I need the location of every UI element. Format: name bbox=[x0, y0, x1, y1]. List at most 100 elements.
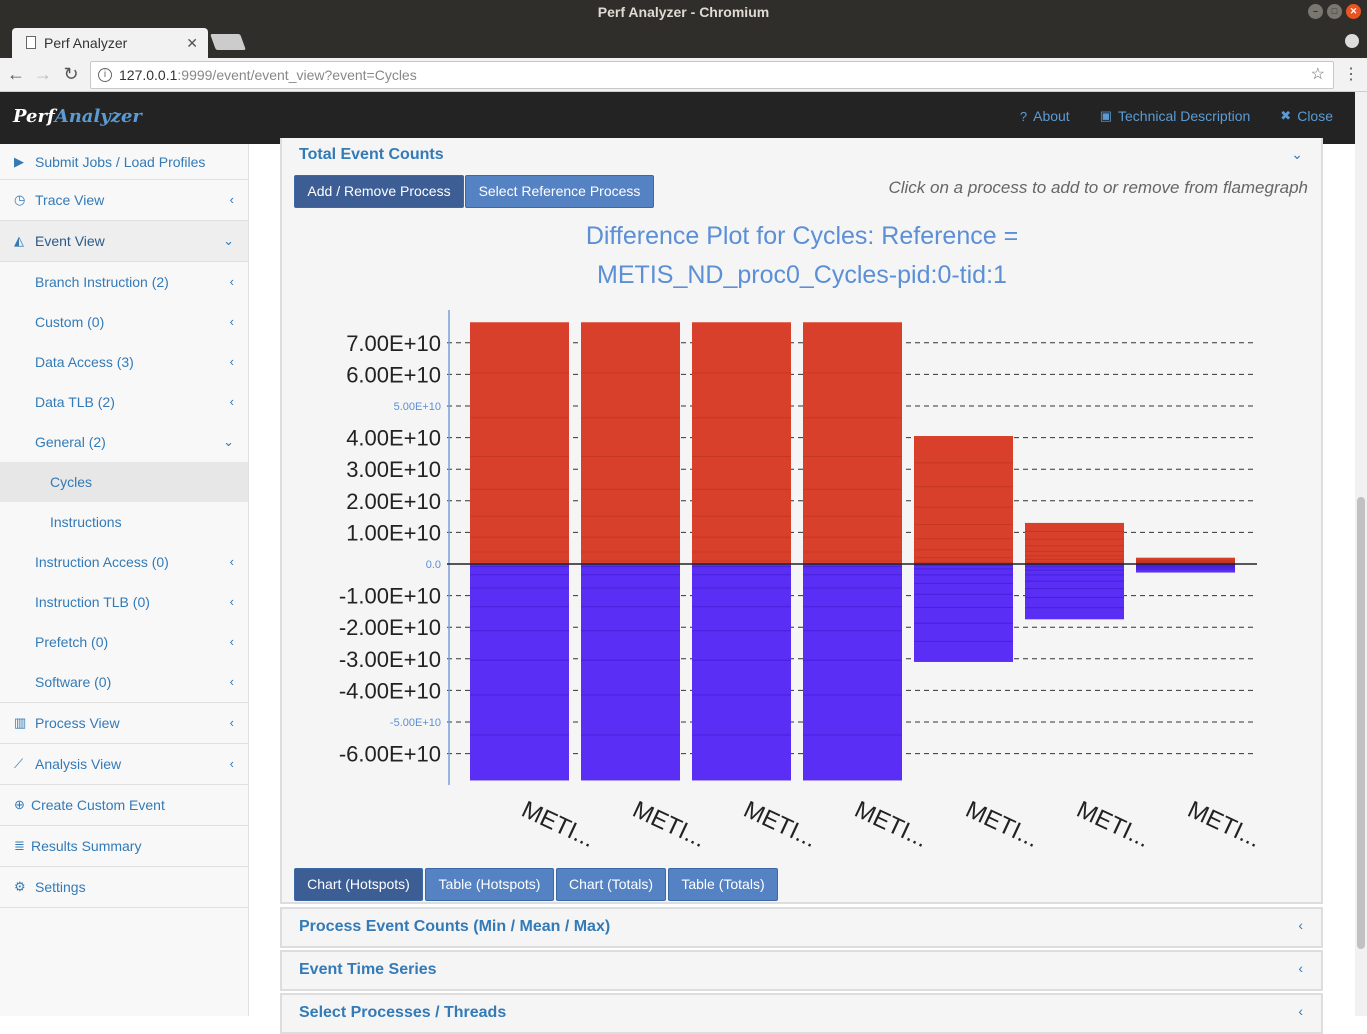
sidebar-item-cycles[interactable]: Cycles bbox=[0, 462, 248, 502]
sidebar-item-analysis-view[interactable]: ⟋ Analysis View ‹ bbox=[0, 744, 248, 785]
x-tick-label: METI... bbox=[628, 796, 710, 850]
browser-menu-icon[interactable]: ⋮ bbox=[1343, 64, 1359, 84]
sidebar-item-label: Instructions bbox=[50, 514, 122, 530]
close-link[interactable]: ✖ Close bbox=[1280, 108, 1333, 124]
tab-chart-totals[interactable]: Chart (Totals) bbox=[556, 868, 666, 901]
y-tick-label: -4.00E+10 bbox=[339, 678, 441, 703]
add-remove-process-button[interactable]: Add / Remove Process bbox=[294, 175, 464, 208]
address-bar[interactable]: i 127.0.0.1:9999/event/event_view?event=… bbox=[90, 61, 1334, 89]
tab-table-totals[interactable]: Table (Totals) bbox=[668, 868, 778, 901]
sidebar-item-label: Create Custom Event bbox=[31, 797, 165, 813]
info-icon[interactable]: i bbox=[98, 68, 112, 82]
chevron-left-icon: ‹ bbox=[1298, 1003, 1303, 1019]
sidebar-item-instructions[interactable]: Instructions bbox=[0, 502, 248, 542]
y-tick-label: -2.00E+10 bbox=[339, 615, 441, 640]
y-tick-label: 6.00E+10 bbox=[346, 362, 441, 387]
positive-bar bbox=[692, 322, 791, 564]
reload-icon[interactable]: ↻ bbox=[60, 63, 82, 85]
os-title-bar: Perf Analyzer - Chromium – □ ✕ bbox=[0, 0, 1367, 24]
close-window-icon[interactable]: ✕ bbox=[1346, 4, 1361, 19]
sidebar-item-instruction-access[interactable]: Instruction Access (0) ‹ bbox=[0, 542, 248, 582]
chevron-left-icon: ‹ bbox=[229, 554, 234, 569]
sidebar-item-data-tlb[interactable]: Data TLB (2) ‹ bbox=[0, 382, 248, 422]
negative-bar bbox=[1025, 564, 1124, 620]
panel-title[interactable]: Total Event Counts bbox=[299, 146, 444, 164]
sidebar-item-results-summary[interactable]: ≣ Results Summary bbox=[0, 826, 248, 867]
sidebar-item-process-view[interactable]: ▥ Process View ‹ bbox=[0, 703, 248, 744]
x-tick-label: METI... bbox=[1072, 796, 1154, 850]
positive-bar bbox=[1025, 522, 1124, 564]
sidebar-item-submit-jobs[interactable]: ▶ Submit Jobs / Load Profiles bbox=[0, 144, 248, 180]
browser-tab[interactable]: Perf Analyzer ✕ bbox=[12, 28, 208, 58]
sidebar-item-general[interactable]: General (2) ⌄ bbox=[0, 422, 248, 462]
select-reference-process-button[interactable]: Select Reference Process bbox=[465, 175, 654, 208]
sidebar-item-label: Process View bbox=[35, 715, 120, 731]
process-event-counts-panel[interactable]: Process Event Counts (Min / Mean / Max) … bbox=[280, 907, 1323, 948]
sidebar-item-custom[interactable]: Custom (0) ‹ bbox=[0, 302, 248, 342]
back-icon[interactable]: ← bbox=[5, 63, 27, 85]
y-tick-label: 4.00E+10 bbox=[346, 426, 441, 451]
forward-icon[interactable]: → bbox=[32, 63, 54, 85]
technical-description-label: Technical Description bbox=[1118, 108, 1251, 124]
about-label: About bbox=[1033, 108, 1070, 124]
sidebar-item-label: Custom (0) bbox=[35, 314, 105, 330]
page-icon bbox=[26, 36, 36, 49]
sidebar-item-label: Trace View bbox=[35, 192, 105, 208]
negative-bar bbox=[803, 564, 902, 781]
negative-bar bbox=[914, 564, 1013, 662]
minimize-icon[interactable]: – bbox=[1308, 4, 1323, 19]
tab-table-hotspots[interactable]: Table (Hotspots) bbox=[425, 868, 554, 901]
sidebar-item-data-access[interactable]: Data Access (3) ‹ bbox=[0, 342, 248, 382]
chart-title-line-1: Difference Plot for Cycles: Reference = bbox=[586, 222, 1018, 250]
play-icon: ▶ bbox=[14, 154, 24, 169]
panel-title: Process Event Counts (Min / Mean / Max) bbox=[299, 918, 611, 935]
event-time-series-panel[interactable]: Event Time Series ‹ bbox=[280, 950, 1323, 991]
scrollbar-thumb[interactable] bbox=[1357, 497, 1365, 949]
brand-perf: Perf bbox=[13, 106, 55, 127]
profile-icon[interactable] bbox=[1345, 34, 1359, 48]
app-header: PerfAnalyzer ? About ▣ Technical Descripti… bbox=[0, 92, 1355, 144]
close-label: Close bbox=[1297, 108, 1333, 124]
technical-description-link[interactable]: ▣ Technical Description bbox=[1100, 108, 1251, 124]
sidebar-item-prefetch[interactable]: Prefetch (0) ‹ bbox=[0, 622, 248, 662]
y-tick-label: 1.00E+10 bbox=[346, 520, 441, 545]
sidebar-item-branch-instruction[interactable]: Branch Instruction (2) ‹ bbox=[0, 262, 248, 302]
line-chart-icon: ⟋ bbox=[14, 756, 24, 771]
chevron-left-icon: ‹ bbox=[229, 594, 234, 609]
positive-bar bbox=[470, 322, 569, 564]
sidebar-item-settings[interactable]: ⚙ Settings bbox=[0, 867, 248, 908]
chevron-left-icon: ‹ bbox=[229, 756, 234, 771]
sidebar-item-event-view[interactable]: ◭ Event View ⌄ bbox=[0, 221, 248, 262]
y-tick-label: 2.00E+10 bbox=[346, 489, 441, 514]
chevron-down-icon[interactable]: ⌄ bbox=[1291, 146, 1303, 163]
bookmark-star-icon[interactable]: ☆ bbox=[1311, 62, 1325, 88]
y-tick-label: -3.00E+10 bbox=[339, 647, 441, 672]
sidebar-item-create-custom-event[interactable]: ⊕ Create Custom Event bbox=[0, 785, 248, 826]
maximize-icon[interactable]: □ bbox=[1327, 4, 1342, 19]
chart-title-line-2: METIS_ND_proc0_Cycles-pid:0-tid:1 bbox=[597, 261, 1007, 289]
sidebar-item-label: Data Access (3) bbox=[35, 354, 134, 370]
new-tab-button[interactable] bbox=[210, 34, 246, 50]
positive-bar bbox=[581, 322, 680, 564]
tab-chart-hotspots[interactable]: Chart (Hotspots) bbox=[294, 868, 423, 901]
positive-bar bbox=[914, 436, 1013, 564]
sidebar-item-label: Settings bbox=[35, 879, 86, 895]
select-processes-panel[interactable]: Select Processes / Threads ‹ bbox=[280, 993, 1323, 1034]
url-path: :9999/event/event_view?event=Cycles bbox=[177, 67, 417, 83]
sidebar-item-software[interactable]: Software (0) ‹ bbox=[0, 662, 248, 703]
sidebar-item-label: Submit Jobs / Load Profiles bbox=[35, 154, 206, 170]
chevron-left-icon: ‹ bbox=[229, 192, 234, 207]
sidebar-item-trace-view[interactable]: ◷ Trace View ‹ bbox=[0, 180, 248, 221]
chevron-left-icon: ‹ bbox=[1298, 960, 1303, 976]
header-links: ? About ▣ Technical Description ✖ Close bbox=[1020, 108, 1333, 124]
page-scrollbar[interactable] bbox=[1355, 92, 1367, 1016]
about-link[interactable]: ? About bbox=[1020, 108, 1070, 124]
y-tick-label: 7.00E+10 bbox=[346, 331, 441, 356]
sidebar: ▶ Submit Jobs / Load Profiles ◷ Trace View… bbox=[0, 144, 249, 1016]
sidebar-item-instruction-tlb[interactable]: Instruction TLB (0) ‹ bbox=[0, 582, 248, 622]
tab-close-icon[interactable]: ✕ bbox=[186, 28, 198, 58]
sidebar-item-label: Branch Instruction (2) bbox=[35, 274, 169, 290]
sidebar-item-label: Instruction Access (0) bbox=[35, 554, 169, 570]
x-tick-label: METI... bbox=[517, 796, 599, 850]
brand-logo[interactable]: PerfAnalyzer bbox=[13, 106, 142, 127]
